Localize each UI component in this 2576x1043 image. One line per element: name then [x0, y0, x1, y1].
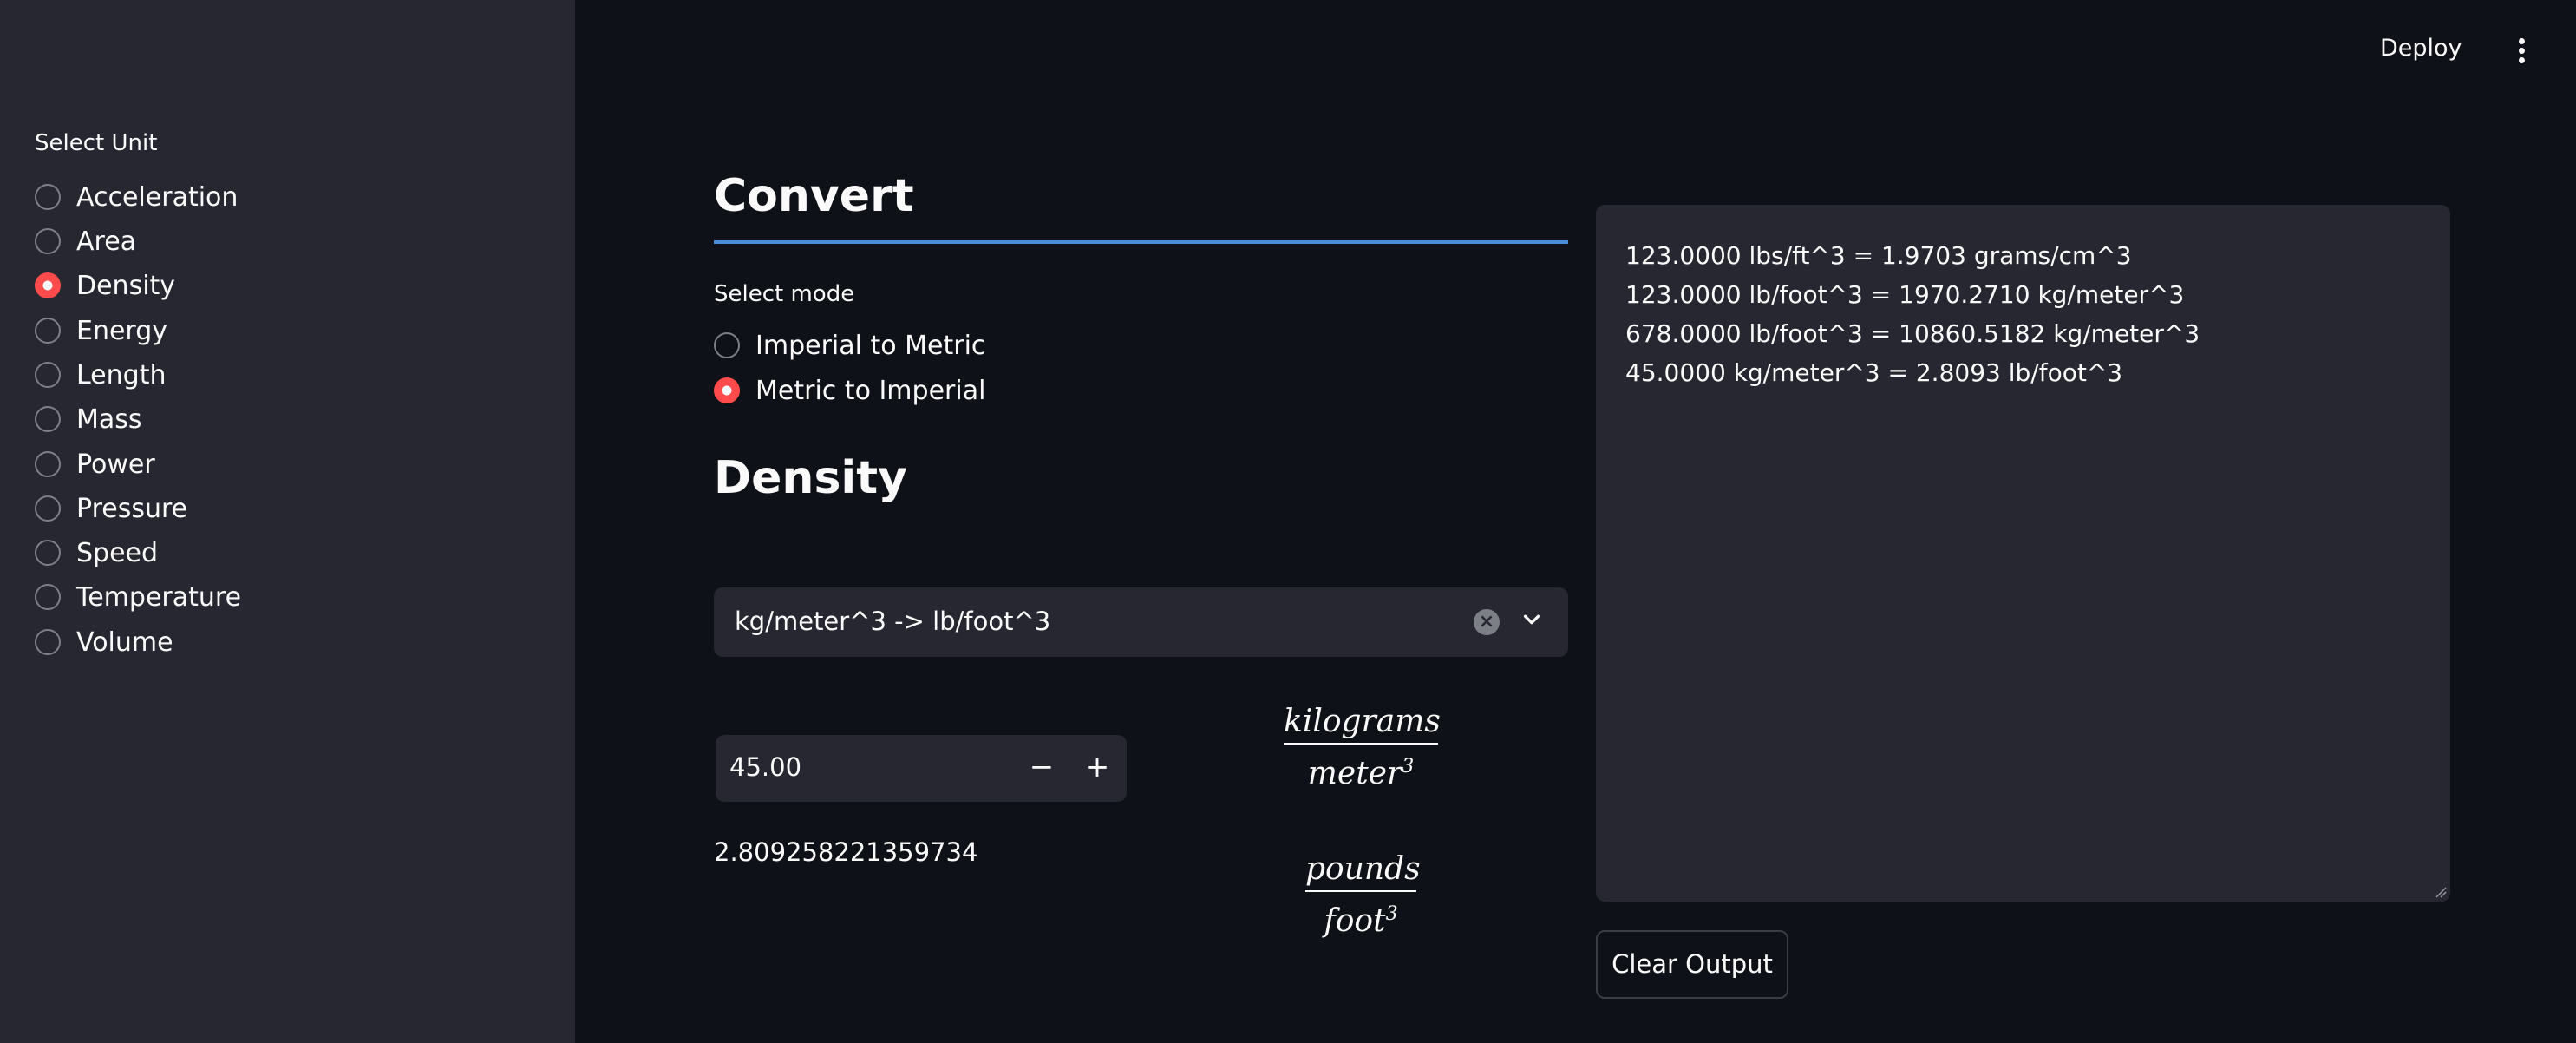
chevron-down-icon[interactable] — [1519, 607, 1545, 633]
unit-option-label: Density — [76, 270, 176, 301]
radio-icon[interactable] — [35, 451, 61, 477]
increment-button[interactable]: + — [1069, 735, 1125, 802]
section-title: Density — [714, 452, 907, 504]
unit-option-power[interactable]: Power — [35, 447, 155, 482]
kebab-dot — [2518, 38, 2525, 44]
mode-option-imperial-to-metric[interactable]: Imperial to Metric — [714, 328, 985, 363]
unit-option-label: Acceleration — [76, 181, 239, 213]
number-input[interactable]: 45.00 − + — [716, 735, 1127, 802]
fraction-bar — [1284, 743, 1438, 745]
mode-option-metric-to-imperial[interactable]: Metric to Imperial — [714, 373, 985, 408]
radio-icon[interactable] — [35, 584, 61, 610]
sidebar: Select Unit Acceleration Area Density En… — [0, 0, 575, 1043]
unit-option-pressure[interactable]: Pressure — [35, 491, 187, 526]
output-line: 123.0000 lbs/ft^3 = 1.9703 grams/cm^3 — [1625, 241, 2132, 270]
conversion-select[interactable]: kg/meter^3 -> lb/foot^3 × — [714, 587, 1568, 657]
unit-option-label: Energy — [76, 315, 168, 346]
resize-handle-icon[interactable] — [2435, 886, 2447, 898]
output-line: 123.0000 lb/foot^3 = 1970.2710 kg/meter^… — [1625, 280, 2185, 309]
page-title: Convert — [714, 170, 914, 222]
mode-option-label: Metric to Imperial — [755, 375, 986, 406]
to-unit-numerator: pounds — [1305, 851, 1421, 887]
from-unit-exponent: 3 — [1402, 756, 1415, 777]
unit-option-label: Volume — [76, 626, 173, 658]
output-line: 45.0000 kg/meter^3 = 2.8093 lb/foot^3 — [1625, 358, 2123, 387]
fraction-bar — [1305, 890, 1416, 892]
kebab-dot — [2518, 57, 2525, 63]
from-unit-denominator-group: meter3 — [1284, 748, 1438, 793]
radio-selected-icon[interactable] — [714, 377, 740, 403]
clear-output-button[interactable]: Clear Output — [1596, 930, 1788, 999]
from-unit-denominator: meter — [1307, 756, 1402, 791]
unit-option-label: Speed — [76, 537, 159, 568]
unit-option-volume[interactable]: Volume — [35, 625, 173, 659]
unit-option-acceleration[interactable]: Acceleration — [35, 180, 238, 214]
output-textarea[interactable]: 123.0000 lbs/ft^3 = 1.9703 grams/cm^3 12… — [1596, 205, 2450, 902]
conversion-select-value: kg/meter^3 -> lb/foot^3 — [735, 607, 1051, 636]
deploy-button[interactable]: Deploy — [2380, 35, 2462, 62]
unit-option-label: Temperature — [76, 581, 242, 613]
title-divider — [714, 240, 1568, 244]
radio-icon[interactable] — [35, 318, 61, 344]
from-unit-numerator: kilograms — [1284, 704, 1441, 739]
unit-option-area[interactable]: Area — [35, 224, 136, 259]
result-value: 2.809258221359734 — [714, 837, 978, 867]
kebab-dot — [2518, 48, 2525, 54]
from-unit-formula: kilograms meter3 — [1284, 703, 1441, 793]
unit-option-length[interactable]: Length — [35, 358, 166, 392]
radio-icon[interactable] — [35, 495, 61, 522]
unit-option-temperature[interactable]: Temperature — [35, 580, 241, 614]
clear-x-icon[interactable]: × — [1474, 609, 1500, 635]
unit-option-label: Power — [76, 449, 155, 480]
radio-icon[interactable] — [35, 362, 61, 388]
unit-option-label: Area — [76, 226, 137, 257]
unit-option-density[interactable]: Density — [35, 268, 175, 303]
kebab-menu-icon[interactable] — [2514, 38, 2529, 66]
to-unit-denominator-group: foot3 — [1305, 895, 1416, 941]
radio-icon[interactable] — [35, 406, 61, 432]
select-mode-label: Select mode — [714, 281, 855, 307]
unit-option-speed[interactable]: Speed — [35, 535, 158, 570]
unit-option-energy[interactable]: Energy — [35, 313, 167, 348]
radio-selected-icon[interactable] — [35, 272, 61, 298]
radio-icon[interactable] — [714, 332, 740, 358]
to-unit-denominator: foot — [1324, 903, 1386, 939]
radio-icon[interactable] — [35, 540, 61, 566]
to-unit-formula: pounds foot3 — [1305, 850, 1421, 941]
select-unit-label: Select Unit — [35, 130, 158, 156]
unit-option-label: Pressure — [76, 493, 188, 524]
unit-option-label: Mass — [76, 403, 142, 435]
decrement-button[interactable]: − — [1014, 735, 1069, 802]
unit-option-label: Length — [76, 359, 167, 390]
output-line: 678.0000 lb/foot^3 = 10860.5182 kg/meter… — [1625, 319, 2200, 348]
number-input-value[interactable]: 45.00 — [729, 752, 801, 782]
radio-icon[interactable] — [35, 184, 61, 210]
radio-icon[interactable] — [35, 629, 61, 655]
mode-option-label: Imperial to Metric — [755, 330, 986, 361]
radio-icon[interactable] — [35, 228, 61, 254]
unit-option-mass[interactable]: Mass — [35, 402, 142, 436]
to-unit-exponent: 3 — [1385, 903, 1398, 925]
